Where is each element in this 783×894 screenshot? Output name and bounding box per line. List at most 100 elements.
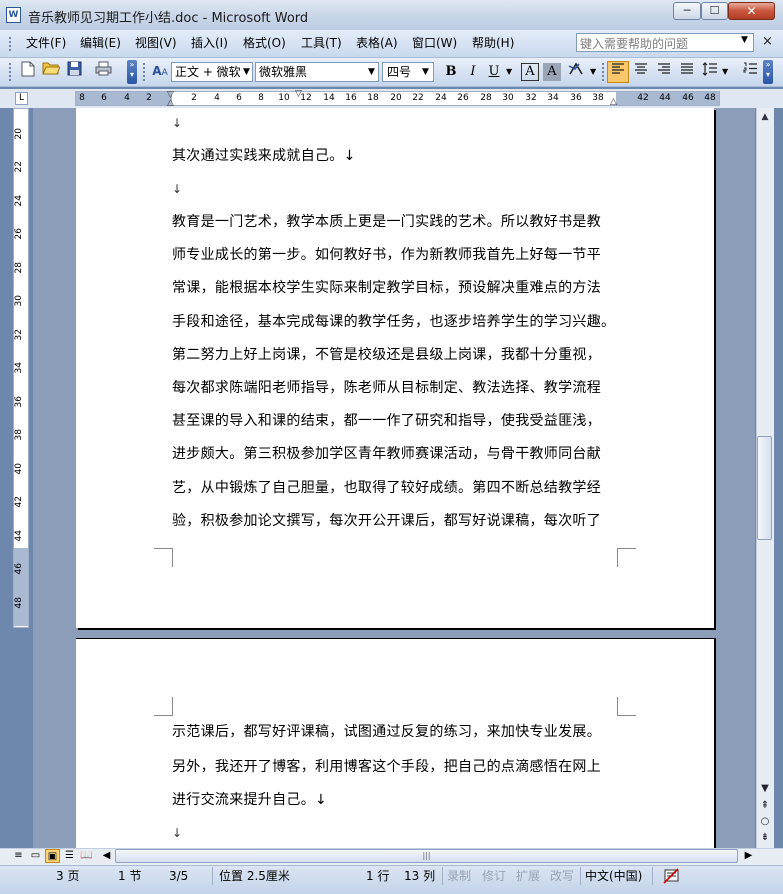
paragraph-line[interactable]: ↓	[172, 823, 182, 843]
close-document-button[interactable]: ×	[762, 34, 773, 49]
paragraph-line[interactable]: 示范课后，都写好评课稿，试图通过反复的练习，来加快专业发展。	[172, 722, 601, 742]
highlight-icon[interactable]	[567, 62, 587, 82]
style-dropdown-icon[interactable]: ▼	[243, 63, 250, 81]
status-section[interactable]: 1 节	[118, 868, 141, 884]
line-spacing-dropdown-icon[interactable]: ▼	[722, 63, 728, 81]
menu-help[interactable]: 帮助(H)	[472, 34, 514, 52]
vertical-scroll-thumb[interactable]	[757, 436, 772, 540]
italic-button[interactable]: I	[463, 62, 483, 82]
ruler-tick: 22	[412, 93, 424, 103]
font-color-dropdown-icon[interactable]: ▼	[590, 63, 596, 81]
previous-page-icon[interactable]: ⇞	[757, 798, 773, 814]
tab-stop-selector[interactable]: L	[15, 92, 28, 105]
justify-icon[interactable]	[677, 62, 697, 82]
paragraph-line[interactable]: 每次都求陈端阳老师指导，陈老师从目标制定、教法选择、教学流程	[172, 378, 601, 398]
print-layout-view-icon[interactable]: ▣	[45, 849, 60, 863]
menu-insert[interactable]: 插入(I)	[191, 34, 228, 52]
status-overtype[interactable]: 改写	[550, 868, 574, 884]
new-document-icon[interactable]	[18, 61, 38, 81]
align-left-icon[interactable]	[607, 61, 629, 83]
open-folder-icon[interactable]	[41, 61, 61, 81]
paragraph-line[interactable]: 教育是一门艺术，教学本质上更是一门实践的艺术。所以教好书是教	[172, 212, 601, 232]
paragraph-line[interactable]: ↓	[172, 113, 182, 133]
normal-view-icon[interactable]: ≡	[11, 849, 26, 863]
paragraph-line[interactable]: ↓	[172, 179, 182, 199]
scroll-right-arrow-icon[interactable]: ▶	[741, 849, 756, 863]
scroll-up-arrow-icon[interactable]: ▲	[757, 109, 773, 125]
paragraph-line[interactable]: 师专业成长的第一步。如何教好书，作为新教师我首先上好每一节平	[172, 245, 601, 265]
minimize-button[interactable]: ─	[673, 2, 701, 20]
paragraph-line[interactable]: 验，积极参加论文撰写，每次开公开课后，都写好说课稿，每次听了	[172, 511, 601, 531]
ruler-tick: 18	[367, 93, 379, 103]
font-size-dropdown-icon[interactable]: ▼	[422, 63, 429, 81]
bold-button[interactable]: B	[441, 62, 461, 82]
menu-file[interactable]: 文件(F)	[26, 34, 66, 52]
status-separator	[212, 867, 213, 885]
font-dropdown-icon[interactable]: ▼	[368, 63, 375, 81]
horizontal-scroll-thumb[interactable]: |||	[115, 849, 738, 863]
paragraph-line[interactable]: 艺，从中锻炼了自己胆量，也取得了较好成绩。第四不断总结教学经	[172, 478, 601, 498]
help-dropdown-icon[interactable]: ▼	[741, 35, 748, 45]
save-icon[interactable]	[64, 61, 84, 81]
select-browse-object-icon[interactable]: ○	[757, 814, 773, 830]
paragraph-line[interactable]: 第二努力上好上岗课，不管是校级还是县级上岗课，我都十分重视，	[172, 345, 601, 365]
maximize-button[interactable]: ☐	[701, 2, 728, 20]
close-window-button[interactable]: ✕	[728, 2, 775, 20]
paragraph-line[interactable]: 其次通过实践来成就自己。↓	[172, 146, 356, 166]
format-toolbar-options-icon[interactable]: » ▾	[763, 60, 773, 84]
menu-edit[interactable]: 编辑(E)	[80, 34, 121, 52]
vruler-tick: 46	[14, 563, 24, 575]
line-spacing-icon[interactable]	[700, 62, 720, 82]
word-app-icon[interactable]: W	[6, 7, 21, 23]
ruler-tick: 4	[214, 93, 220, 103]
vruler-tick: 44	[14, 530, 24, 542]
character-border-button[interactable]: A	[521, 63, 539, 81]
paragraph-line[interactable]: 进行交流来提升自己。↓	[172, 790, 327, 810]
status-language[interactable]: 中文(中国)	[585, 868, 642, 884]
menu-table[interactable]: 表格(A)	[356, 34, 398, 52]
reading-view-icon[interactable]: 📖	[79, 849, 94, 863]
status-line[interactable]: 1 行	[366, 868, 389, 884]
toolbar-grip-icon[interactable]	[9, 63, 14, 81]
paragraph-line[interactable]: 常课，能根据本校学生实际来制定教学目标，预设解决重难点的方法	[172, 278, 601, 298]
character-shading-button[interactable]: A	[543, 63, 561, 81]
scroll-left-arrow-icon[interactable]: ◀	[99, 849, 114, 863]
underline-dropdown-icon[interactable]: ▼	[506, 63, 512, 81]
align-center-icon[interactable]	[631, 62, 651, 82]
scroll-down-arrow-icon[interactable]: ▼	[757, 781, 773, 797]
toolbar-options-icon[interactable]: » ▾	[127, 60, 137, 84]
document-page-2[interactable]	[76, 638, 714, 851]
status-page[interactable]: 3 页	[56, 868, 79, 884]
paragraph-line[interactable]: 甚至课的导入和课的结束，都一一作了研究和指导，使我受益匪浅，	[172, 411, 601, 431]
next-page-icon[interactable]: ⇟	[757, 830, 773, 846]
spelling-check-icon[interactable]	[663, 868, 681, 884]
styles-icon[interactable]: AA	[150, 61, 170, 81]
format-toolbar-grip-icon[interactable]	[143, 63, 148, 81]
print-icon[interactable]	[93, 61, 113, 81]
status-position[interactable]: 位置 2.5厘米	[219, 868, 290, 884]
tab-stop-marker[interactable]: ▽	[295, 89, 302, 99]
menu-tools[interactable]: 工具(T)	[301, 34, 342, 52]
status-extend-selection[interactable]: 扩展	[516, 868, 540, 884]
menu-view[interactable]: 视图(V)	[135, 34, 177, 52]
menu-format[interactable]: 格式(O)	[243, 34, 286, 52]
ruler-tick: 10	[278, 93, 290, 103]
align-right-icon[interactable]	[654, 62, 674, 82]
web-view-icon[interactable]: ▭	[28, 849, 43, 863]
paragraph-line[interactable]: 手段和途径，基本完成每课的教学任务，也逐步培养学生的学习兴趣。	[172, 312, 615, 332]
hanging-indent-marker[interactable]: △	[167, 98, 174, 108]
style-value: 正文 + 微软	[175, 65, 241, 79]
menu-window[interactable]: 窗口(W)	[412, 34, 457, 52]
paragraph-line[interactable]: 另外，我还开了博客，利用博客这个手段，把自己的点滴感悟在网上	[172, 757, 601, 777]
status-column[interactable]: 13 列	[404, 868, 435, 884]
numbered-list-icon[interactable]	[740, 62, 760, 82]
right-indent-marker[interactable]: △	[610, 97, 617, 107]
outline-view-icon[interactable]: ☰	[62, 849, 77, 863]
ruler-tick: 32	[525, 93, 537, 103]
menu-grip-icon[interactable]	[9, 37, 14, 51]
status-track-changes[interactable]: 修订	[482, 868, 506, 884]
status-record-macro[interactable]: 录制	[447, 868, 471, 884]
paragraph-line[interactable]: 进步颇大。第三积极参加学区青年教师赛课活动，与骨干教师同台献	[172, 444, 601, 464]
status-page-of[interactable]: 3/5	[169, 868, 188, 884]
underline-button[interactable]: U	[484, 62, 504, 82]
